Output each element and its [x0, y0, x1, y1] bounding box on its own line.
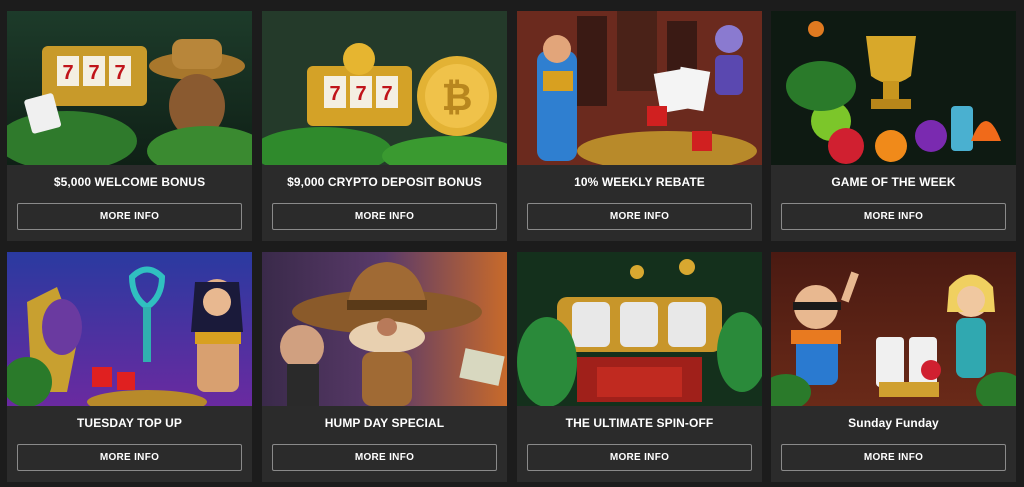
gold-slot-reels-image[interactable]: [517, 252, 762, 406]
svg-text:7: 7: [355, 83, 366, 105]
promo-card-hump-day-special: HUMP DAY SPECIAL MORE INFO: [262, 252, 507, 482]
more-info-button[interactable]: MORE INFO: [781, 203, 1006, 230]
svg-text:₿: ₿: [442, 77, 473, 119]
svg-text:7: 7: [114, 62, 125, 84]
promo-title: Sunday Funday: [848, 416, 939, 430]
egyptian-queen-image[interactable]: [7, 252, 252, 406]
promo-title: 10% WEEKLY REBATE: [574, 175, 705, 189]
promo-card-weekly-rebate: 10% WEEKLY REBATE MORE INFO: [517, 11, 762, 241]
svg-text:7: 7: [381, 83, 392, 105]
svg-text:7: 7: [88, 62, 99, 84]
promo-title: HUMP DAY SPECIAL: [324, 416, 445, 430]
svg-text:7: 7: [329, 83, 340, 105]
more-info-button[interactable]: MORE INFO: [17, 203, 242, 230]
promo-title: $5,000 WELCOME BONUS: [53, 175, 206, 189]
promo-card-welcome-bonus: 7 7 7 $5,000 WELCOME BONUS MORE INFO: [7, 11, 252, 241]
promo-title: GAME OF THE WEEK: [831, 175, 956, 189]
party-characters-image[interactable]: [771, 252, 1016, 406]
more-info-button[interactable]: MORE INFO: [781, 444, 1006, 471]
superhero-casino-image[interactable]: [517, 11, 762, 165]
promo-card-ultimate-spin-off: THE ULTIMATE SPIN-OFF MORE INFO: [517, 252, 762, 482]
more-info-button[interactable]: MORE INFO: [272, 444, 497, 471]
promo-card-crypto-deposit-bonus: 7 7 7 ₿ $9,000 CRYPTO DEPOSIT BONUS MORE…: [262, 11, 507, 241]
more-info-button[interactable]: MORE INFO: [527, 203, 752, 230]
promo-card-game-of-the-week: GAME OF THE WEEK MORE INFO: [771, 11, 1016, 241]
crypto-slot-machine-image[interactable]: 7 7 7 ₿: [262, 11, 507, 165]
promo-card-sunday-funday: Sunday Funday MORE INFO: [771, 252, 1016, 482]
promo-card-tuesday-top-up: TUESDAY TOP UP MORE INFO: [7, 252, 252, 482]
trophy-fruit-image[interactable]: [771, 11, 1016, 165]
more-info-button[interactable]: MORE INFO: [527, 444, 752, 471]
more-info-button[interactable]: MORE INFO: [272, 203, 497, 230]
svg-text:7: 7: [62, 62, 73, 84]
promotions-grid: 7 7 7 $5,000 WELCOME BONUS MORE INFO 7 7…: [0, 0, 1024, 487]
slot-machine-explorer-image[interactable]: 7 7 7: [7, 11, 252, 165]
promo-title: TUESDAY TOP UP: [77, 416, 182, 430]
promo-title: THE ULTIMATE SPIN-OFF: [565, 416, 714, 430]
cowboy-hat-image[interactable]: [262, 252, 507, 406]
more-info-button[interactable]: MORE INFO: [17, 444, 242, 471]
promo-title: $9,000 CRYPTO DEPOSIT BONUS: [287, 175, 482, 189]
